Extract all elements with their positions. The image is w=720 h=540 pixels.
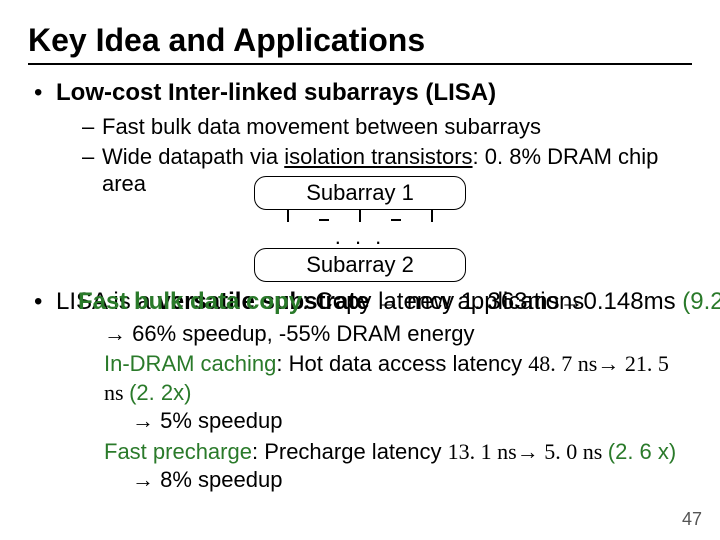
app-caching-paren: (2. 2x) [129,380,191,405]
over-rest: : Copy latency 1. 363ms→0.148ms [302,288,676,315]
sub-bullet-wide-datapath: Wide datapath via isolation transistors:… [82,143,692,198]
app-copy-speedup: → 66% speedup, -55% DRAM energy [104,320,692,349]
app-precharge-name: Fast precharge [104,439,252,464]
overlapping-text: LISA is a versatile substrate → new appl… [56,288,692,316]
over-front: Fast bulk data copy [78,288,302,315]
applications-list: → 66% speedup, -55% DRAM energy In-DRAM … [104,320,692,496]
app-copy-sub: → 66% speedup, -55% DRAM energy [104,320,692,349]
bullet-versatile: LISA is a versatile substrate → new appl… [34,288,692,496]
app-caching-speedup: → 5% speedup [132,407,692,436]
slide: Key Idea and Applications Low-cost Inter… [0,0,720,540]
app-precharge-rest: : Precharge latency [252,439,448,464]
app-precharge: Fast precharge: Precharge latency 13. 1 … [104,438,692,495]
connector [391,219,401,221]
connector [287,210,289,222]
diagram-ellipsis: . . . [240,226,480,248]
connector [319,219,329,221]
page-number: 47 [682,509,702,530]
overlay-text: Fast bulk data copy: Copy latency 1. 363… [78,288,720,316]
sub-bullet-list: Fast bulk data movement between subarray… [82,113,692,198]
subarray-2-box: Subarray 2 [254,248,466,282]
sub-bullet-fast-move: Fast bulk data movement between subarray… [82,113,692,141]
app-caching: In-DRAM caching: Hot data access latency… [104,350,692,436]
slide-title: Key Idea and Applications [28,22,692,59]
connector [359,210,361,222]
sub2-pre: Wide datapath via [102,144,284,169]
app-caching-rest: : Hot data access latency [276,351,528,376]
over-paren: (9.2x) [682,288,720,315]
connector-row-top [240,210,480,224]
app-precharge-speedup: → 8% speedup [132,466,692,495]
app-caching-name: In-DRAM caching [104,351,276,376]
sub2-underline: isolation transistors [284,144,472,169]
top-bullet-list-2: LISA is a versatile substrate → new appl… [34,288,692,496]
app-precharge-paren: (2. 6 x) [608,439,676,464]
connector [431,210,433,222]
app-precharge-metric: 13. 1 ns→ 5. 0 ns [448,439,608,464]
top-bullet-list: Low-cost Inter-linked subarrays (LISA) F… [34,79,692,198]
bullet-lisa: Low-cost Inter-linked subarrays (LISA) F… [34,79,692,198]
title-divider [28,63,692,65]
bullet-lisa-label: Low-cost Inter-linked subarrays (LISA) [56,79,496,106]
